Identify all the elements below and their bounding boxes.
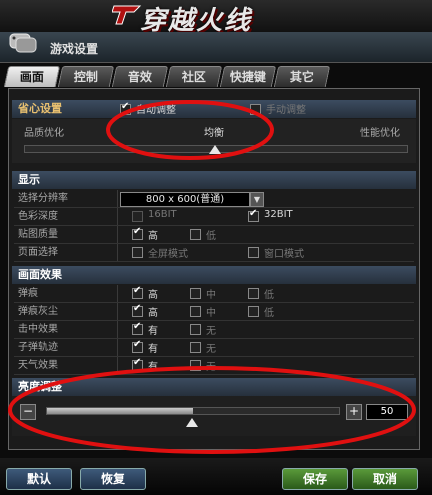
annotation-circle-brightness bbox=[8, 366, 416, 454]
annotation-overlay bbox=[8, 100, 416, 454]
cancel-button[interactable]: 取消 bbox=[352, 468, 418, 490]
restore-button[interactable]: 恢复 bbox=[80, 468, 146, 490]
save-button[interactable]: 保存 bbox=[282, 468, 348, 490]
default-button[interactable]: 默认 bbox=[6, 468, 72, 490]
annotation-circle-config bbox=[106, 100, 274, 160]
